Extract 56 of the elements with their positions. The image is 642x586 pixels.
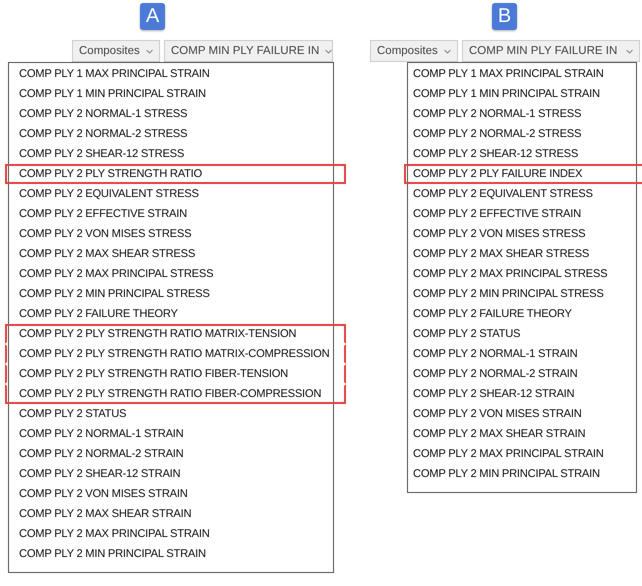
chevron-down-icon: [626, 48, 633, 54]
list-item[interactable]: COMP PLY 2 MIN PRINCIPAL STRAIN: [5, 544, 346, 564]
list-item[interactable]: COMP PLY 2 VON MISES STRESS: [5, 224, 346, 244]
list-item[interactable]: COMP PLY 2 SHEAR-12 STRAIN: [5, 464, 346, 484]
list-item[interactable]: COMP PLY 2 NORMAL-2 STRAIN: [5, 444, 346, 464]
chevron-down-icon: [444, 48, 451, 54]
list-item[interactable]: COMP PLY 2 MAX PRINCIPAL STRESS: [5, 264, 346, 284]
list-item[interactable]: COMP PLY 2 EQUIVALENT STRESS: [404, 184, 642, 204]
list-item[interactable]: COMP PLY 2 FAILURE THEORY: [5, 304, 346, 324]
list-item[interactable]: COMP PLY 2 VON MISES STRAIN: [404, 404, 642, 424]
list-item[interactable]: COMP PLY 2 PLY STRENGTH RATIO FIBER-TENSION: [5, 364, 346, 384]
list-item[interactable]: COMP PLY 1 MIN PRINCIPAL STRAIN: [5, 84, 346, 104]
list-item[interactable]: COMP PLY 2 MAX PRINCIPAL STRAIN: [5, 524, 346, 544]
list-item[interactable]: COMP PLY 2 MIN PRINCIPAL STRESS: [404, 284, 642, 304]
list-item[interactable]: COMP PLY 2 VON MISES STRAIN: [5, 484, 346, 504]
dropdown[interactable]: COMP MIN PLY FAILURE IN: [462, 40, 640, 62]
list-item[interactable]: COMP PLY 2 STATUS: [404, 324, 642, 344]
list-item[interactable]: COMP PLY 1 MAX PRINCIPAL STRAIN: [404, 64, 642, 84]
list-item[interactable]: COMP PLY 2 MIN PRINCIPAL STRAIN: [404, 464, 642, 484]
panel-label-badge: A: [140, 3, 165, 30]
list-item[interactable]: COMP PLY 2 NORMAL-1 STRAIN: [5, 424, 346, 444]
panel-label-badge: B: [492, 3, 517, 30]
list-item[interactable]: COMP PLY 2 NORMAL-2 STRAIN: [404, 364, 642, 384]
list-item[interactable]: COMP PLY 2 MAX SHEAR STRESS: [404, 244, 642, 264]
list-item[interactable]: COMP PLY 2 MAX SHEAR STRAIN: [404, 424, 642, 444]
list-item[interactable]: COMP PLY 2 MAX SHEAR STRAIN: [5, 504, 346, 524]
dropdown[interactable]: Composites: [370, 40, 458, 62]
list-item[interactable]: COMP PLY 2 SHEAR-12 STRESS: [5, 144, 346, 164]
list-item[interactable]: COMP PLY 1 MIN PRINCIPAL STRAIN: [404, 84, 642, 104]
list-item[interactable]: COMP PLY 2 NORMAL-2 STRESS: [5, 124, 346, 144]
list-item[interactable]: COMP PLY 2 MAX SHEAR STRESS: [5, 244, 346, 264]
chevron-down-icon: [325, 48, 332, 54]
dropdown[interactable]: COMP MIN PLY FAILURE IN: [164, 40, 333, 62]
list-item[interactable]: COMP PLY 1 MAX PRINCIPAL STRAIN: [5, 64, 346, 84]
list-item[interactable]: COMP PLY 2 PLY FAILURE INDEX: [404, 164, 642, 184]
list-item[interactable]: COMP PLY 2 VON MISES STRESS: [404, 224, 642, 244]
list-item[interactable]: COMP PLY 2 NORMAL-1 STRESS: [5, 104, 346, 124]
list-item[interactable]: COMP PLY 2 EFFECTIVE STRAIN: [404, 204, 642, 224]
list-item[interactable]: COMP PLY 2 EFFECTIVE STRAIN: [5, 204, 346, 224]
list-item[interactable]: COMP PLY 2 PLY STRENGTH RATIO MATRIX-TENSION: [5, 324, 346, 344]
list-item[interactable]: COMP PLY 2 EQUIVALENT STRESS: [5, 184, 346, 204]
chevron-down-icon: [146, 48, 153, 54]
list-item[interactable]: COMP PLY 2 NORMAL-2 STRESS: [404, 124, 642, 144]
list-item[interactable]: COMP PLY 2 MAX PRINCIPAL STRAIN: [404, 444, 642, 464]
list-item[interactable]: COMP PLY 2 MAX PRINCIPAL STRESS: [404, 264, 642, 284]
list-item[interactable]: COMP PLY 2 FAILURE THEORY: [404, 304, 642, 324]
list-item[interactable]: COMP PLY 2 NORMAL-1 STRAIN: [404, 344, 642, 364]
list-item[interactable]: COMP PLY 2 SHEAR-12 STRESS: [404, 144, 642, 164]
list-item[interactable]: COMP PLY 2 PLY STRENGTH RATIO MATRIX-COMPRESSION: [5, 344, 346, 364]
list-item[interactable]: COMP PLY 2 NORMAL-1 STRESS: [404, 104, 642, 124]
list-item[interactable]: COMP PLY 2 MIN PRINCIPAL STRESS: [5, 284, 346, 304]
list-item[interactable]: COMP PLY 2 SHEAR-12 STRAIN: [404, 384, 642, 404]
list-item[interactable]: COMP PLY 2 PLY STRENGTH RATIO FIBER-COMPRESSION: [5, 384, 346, 404]
dropdown[interactable]: Composites: [72, 40, 160, 62]
list-item[interactable]: COMP PLY 2 STATUS: [5, 404, 346, 424]
list-item[interactable]: COMP PLY 2 PLY STRENGTH RATIO: [5, 164, 346, 184]
